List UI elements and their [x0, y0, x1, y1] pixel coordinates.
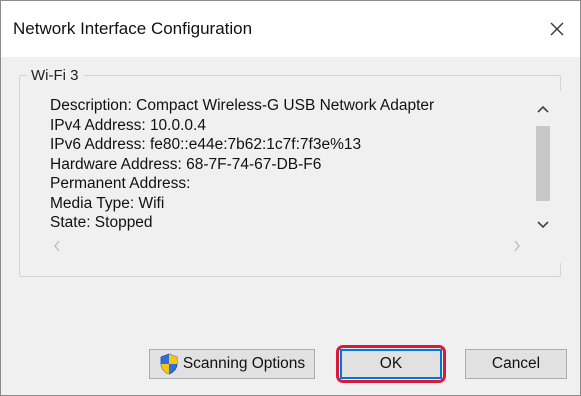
dialog-title: Network Interface Configuration — [13, 19, 253, 38]
detail-line: Media Type: Wifi — [50, 194, 165, 212]
chevron-right-icon — [514, 240, 520, 252]
vertical-scrollbar[interactable] — [532, 95, 554, 237]
network-interface-dialog: Network Interface Configuration Wi-Fi 3 … — [0, 0, 581, 396]
detail-line: Hardware Address: 68-7F-74-67-DB-F6 — [50, 155, 322, 173]
chevron-up-icon — [537, 105, 549, 113]
detail-line: Description: Compact Wireless-G USB Netw… — [50, 97, 435, 114]
cancel-button[interactable]: Cancel — [465, 349, 567, 379]
cancel-label: Cancel — [491, 355, 541, 372]
detail-line: Permanent Address: — [50, 175, 191, 192]
close-icon — [550, 22, 564, 36]
interface-details-text: Description: Compact Wireless-G USB Netw… — [50, 96, 520, 233]
scroll-right-button[interactable] — [507, 236, 527, 256]
chevron-left-icon — [54, 240, 60, 252]
ok-label: OK — [379, 355, 403, 372]
interface-details-box[interactable]: Description: Compact Wireless-G USB Netw… — [41, 91, 563, 263]
detail-line: IPv4 Address: 10.0.0.4 — [50, 116, 206, 134]
detail-line: IPv6 Address: fe80::e44e:7b62:1c7f:7f3e%… — [50, 136, 362, 153]
detail-line: State: Stopped — [50, 214, 153, 231]
chevron-down-icon — [537, 221, 549, 229]
groupbox-legend: Wi-Fi 3 — [27, 67, 83, 84]
horizontal-scrollbar[interactable] — [43, 237, 531, 255]
close-button[interactable] — [534, 1, 580, 57]
title-bar: Network Interface Configuration — [1, 1, 580, 57]
ok-button[interactable]: OK — [340, 349, 442, 379]
scanning-options-button[interactable]: Scanning Options — [149, 349, 315, 379]
scroll-up-button[interactable] — [533, 99, 553, 119]
scroll-down-button[interactable] — [533, 215, 553, 235]
shield-icon — [160, 353, 178, 375]
vertical-scroll-thumb[interactable] — [536, 126, 550, 201]
scroll-left-button[interactable] — [47, 236, 67, 256]
scanning-options-label: Scanning Options — [182, 355, 306, 372]
